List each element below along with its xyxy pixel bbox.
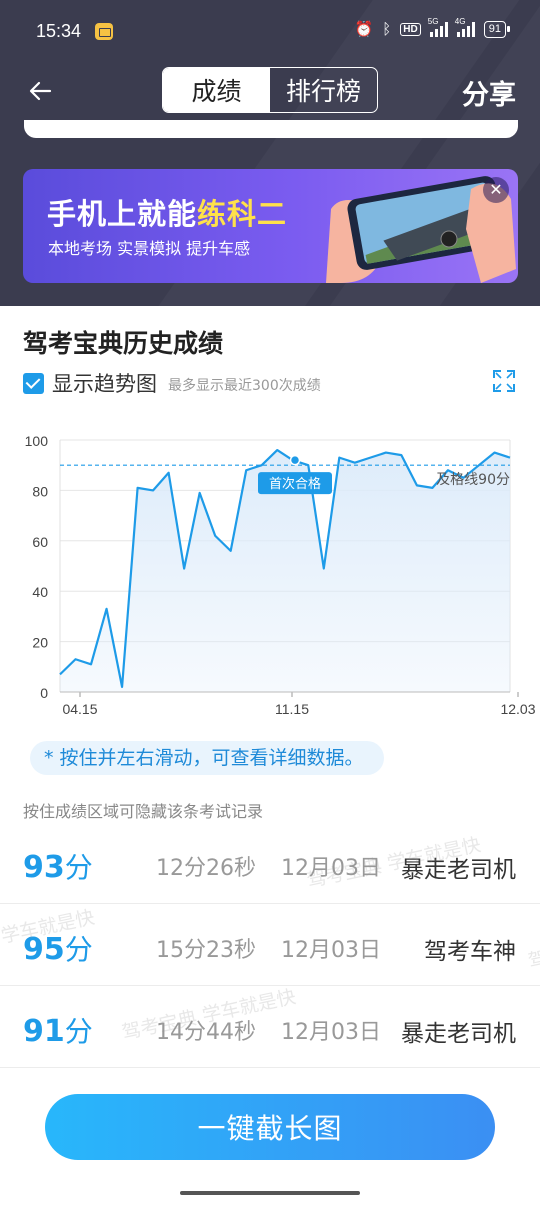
slide-hint: * 按住并左右滑动，可查看详细数据。: [30, 741, 384, 775]
card-edge: [24, 120, 518, 138]
record-title: 暴走老司机: [401, 857, 516, 883]
status-bar: 15:34 ⏰ ᛒ HD 5G 4G 91: [0, 0, 540, 62]
x-tick-label: 12.03: [500, 701, 535, 717]
y-tick-label: 60: [32, 534, 48, 550]
record-duration: 12分26秒: [156, 856, 256, 881]
alarm-icon: ⏰: [354, 21, 374, 38]
x-tick-label: 04.15: [62, 701, 97, 717]
banner-title: 手机上就能练科二: [47, 197, 288, 231]
record-score: 95分: [23, 932, 93, 967]
header-background: 15:34 ⏰ ᛒ HD 5G 4G 91 成绩 排行榜 分享 手机上就能练科二…: [0, 0, 540, 306]
record-score: 93分: [23, 850, 93, 885]
record-title: 驾考车神: [424, 939, 516, 965]
top-nav: 成绩 排行榜 分享: [0, 64, 540, 116]
status-time: 15:34: [36, 21, 82, 41]
promo-banner[interactable]: 手机上就能练科二 本地考场 实景模拟 提升车感 ✕: [23, 169, 518, 283]
signal-4g-icon: 4G: [455, 17, 475, 37]
tab-scores[interactable]: 成绩: [163, 68, 270, 112]
y-tick-label: 20: [32, 635, 48, 651]
record-duration: 15分23秒: [156, 938, 256, 963]
signal-5g-icon: 5G: [428, 17, 448, 37]
home-indicator[interactable]: [180, 1191, 360, 1195]
y-tick-label: 80: [32, 483, 48, 499]
battery-indicator: 91: [483, 20, 511, 38]
pass-line-label: 及格线90分: [436, 472, 510, 488]
hd-badge: HD: [400, 22, 421, 36]
record-date: 12月03日: [281, 938, 381, 963]
share-button[interactable]: 分享: [462, 73, 516, 112]
record-title: 暴走老司机: [401, 1021, 516, 1047]
record-duration: 14分44秒: [156, 1020, 256, 1045]
y-tick-label: 0: [40, 685, 48, 701]
record-score: 91分: [23, 1014, 93, 1049]
history-title: 驾考宝典历史成绩: [23, 329, 224, 358]
show-trend-label[interactable]: 显示趋势图: [52, 368, 157, 398]
record-row[interactable]: 93分 12分26秒 12月03日 暴走老司机: [0, 822, 540, 904]
banner-close-button[interactable]: ✕: [483, 177, 509, 203]
score-trend-chart[interactable]: 0 20 40 60 80 100 及格线90分 首次合格 04.15 11.15 12.03: [0, 420, 540, 725]
expand-icon[interactable]: [493, 370, 515, 392]
records-list: 93分 12分26秒 12月03日 暴走老司机 95分 15分23秒 12月03…: [0, 822, 540, 1068]
record-date: 12月03日: [281, 856, 381, 881]
trend-toggle-row: 显示趋势图 最多显示最近300次成绩: [23, 368, 321, 398]
banner-title-highlight: 练科二: [197, 197, 288, 231]
first-pass-label: 首次合格: [269, 476, 321, 492]
record-row[interactable]: 95分 15分23秒 12月03日 驾考车神: [0, 904, 540, 986]
tab-switcher: 成绩 排行榜: [162, 67, 378, 113]
bluetooth-icon: ᛒ: [382, 20, 392, 38]
hide-record-tip: 按住成绩区域可隐藏该条考试记录: [23, 802, 264, 821]
back-arrow-icon[interactable]: [26, 76, 56, 106]
banner-subtitle: 本地考场 实景模拟 提升车感: [48, 239, 251, 258]
y-tick-label: 100: [25, 433, 49, 449]
record-date: 12月03日: [281, 1020, 381, 1045]
y-tick-label: 40: [32, 584, 48, 600]
record-row[interactable]: 91分 14分44秒 12月03日 暴走老司机: [0, 986, 540, 1068]
long-screenshot-button[interactable]: 一键截长图: [45, 1094, 495, 1160]
trend-note: 最多显示最近300次成绩: [168, 377, 321, 394]
x-tick-label: 11.15: [275, 701, 309, 717]
tab-ranking[interactable]: 排行榜: [270, 68, 377, 112]
first-pass-point: [289, 454, 301, 466]
show-trend-checkbox[interactable]: [23, 372, 44, 394]
notification-icon: [95, 23, 113, 40]
